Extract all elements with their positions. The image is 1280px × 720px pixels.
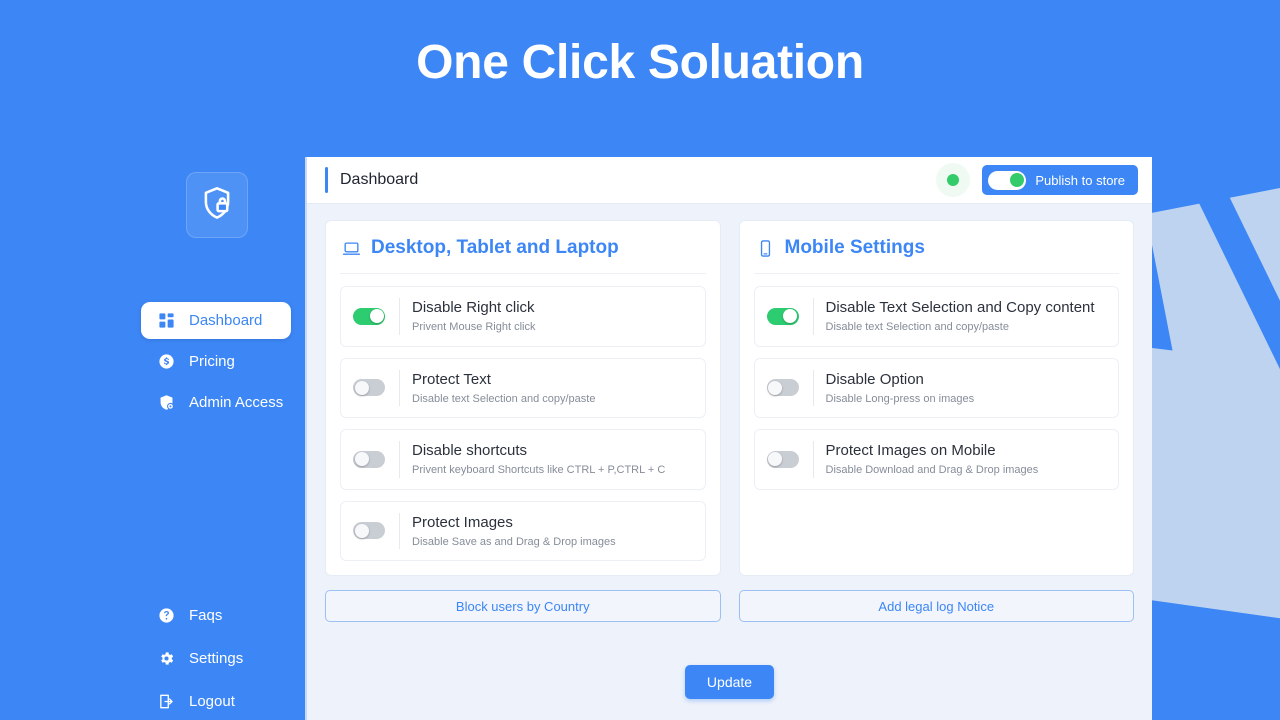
publish-label: Publish to store bbox=[1035, 172, 1125, 188]
secondary-actions-row: Block users by Country Add legal log Not… bbox=[325, 590, 1134, 623]
panel-header: Dashboard Publish to store bbox=[307, 157, 1152, 204]
dollar-circle-icon bbox=[157, 353, 175, 371]
setting-label: Protect Text bbox=[412, 370, 491, 388]
gear-icon bbox=[157, 650, 175, 668]
logout-arrow-icon bbox=[157, 693, 175, 711]
setting-label: Protect Images on Mobile bbox=[825, 442, 996, 460]
settings-cards-row: Desktop, Tablet and Laptop Disable Right… bbox=[325, 220, 1134, 577]
panel-body: Desktop, Tablet and Laptop Disable Right… bbox=[307, 204, 1152, 700]
header-accent-bar bbox=[325, 167, 328, 193]
main-panel: Dashboard Publish to store Desktop, Tabl… bbox=[305, 157, 1152, 720]
setting-row: Protect Images on Mobile Disable Downloa… bbox=[753, 429, 1119, 490]
setting-label: Disable Right click bbox=[412, 299, 535, 316]
sidebar-item-label: Faqs bbox=[189, 607, 223, 624]
setting-row: Protect Images Disable Save as and Drag … bbox=[340, 500, 706, 562]
setting-sublabel: Disable text Selection and copy/paste bbox=[825, 321, 1009, 334]
update-button-wrap: Update bbox=[325, 665, 1134, 700]
sidebar-nav-primary: Dashboard Pricing Admin Access bbox=[0, 302, 305, 421]
setting-label: Protect Images bbox=[412, 513, 513, 531]
setting-sublabel: Privent Mouse Right click bbox=[412, 321, 536, 334]
toggle-disable-right-click[interactable] bbox=[353, 307, 385, 325]
card-title-label: Desktop, Tablet and Laptop bbox=[371, 237, 619, 258]
toggle-protect-images[interactable] bbox=[353, 522, 385, 540]
setting-text: Disable Option Disable Long-press on ima… bbox=[812, 369, 1107, 407]
question-circle-icon bbox=[157, 607, 175, 625]
toggle-protect-text[interactable] bbox=[353, 379, 385, 397]
add-legal-log-notice-button[interactable]: Add legal log Notice bbox=[738, 590, 1134, 623]
setting-sublabel: Privent keyboard Shortcuts like CTRL + P… bbox=[412, 464, 666, 477]
sidebar-item-label: Settings bbox=[189, 650, 244, 667]
sidebar-item-logout[interactable]: Logout bbox=[141, 682, 291, 720]
shield-user-icon bbox=[157, 394, 175, 412]
setting-text: Protect Images Disable Save as and Drag … bbox=[399, 512, 693, 550]
setting-text: Protect Text Disable text Selection and … bbox=[399, 369, 693, 407]
setting-text: Disable Right click Privent Mouse Right … bbox=[399, 298, 693, 335]
setting-sublabel: Disable Download and Drag & Drop images bbox=[825, 464, 1039, 477]
toggle-disable-text-selection[interactable] bbox=[766, 307, 799, 325]
desktop-card-title: Desktop, Tablet and Laptop bbox=[340, 237, 706, 274]
block-users-by-country-button[interactable]: Block users by Country bbox=[325, 590, 721, 623]
setting-sublabel: Disable Save as and Drag & Drop images bbox=[412, 535, 616, 548]
sidebar: Dashboard Pricing Admin Access Faqs Sett… bbox=[0, 0, 305, 720]
setting-text: Protect Images on Mobile Disable Downloa… bbox=[812, 441, 1107, 478]
shield-lock-icon bbox=[199, 184, 235, 227]
mobile-phone-icon bbox=[756, 239, 775, 258]
setting-row: Disable Option Disable Long-press on ima… bbox=[753, 357, 1119, 419]
publish-to-store-button[interactable]: Publish to store bbox=[982, 165, 1138, 195]
sidebar-item-admin-access[interactable]: Admin Access bbox=[141, 384, 291, 421]
sidebar-item-label: Admin Access bbox=[189, 394, 284, 411]
setting-text: Disable Text Selection and Copy content … bbox=[812, 298, 1107, 335]
page-heading: Dashboard bbox=[340, 171, 419, 188]
status-badge bbox=[936, 163, 971, 197]
setting-row: Disable Text Selection and Copy content … bbox=[753, 286, 1119, 347]
setting-sublabel: Disable text Selection and copy/paste bbox=[412, 392, 596, 405]
sidebar-item-label: Logout bbox=[189, 693, 235, 710]
sidebar-item-faqs[interactable]: Faqs bbox=[141, 596, 291, 635]
background-shape-1 bbox=[1146, 164, 1280, 607]
setting-row: Disable Right click Privent Mouse Right … bbox=[340, 286, 706, 347]
setting-label: Disable shortcuts bbox=[412, 442, 528, 460]
sidebar-item-dashboard[interactable]: Dashboard bbox=[141, 302, 291, 339]
laptop-icon bbox=[342, 239, 361, 258]
grid-dashboard-icon bbox=[157, 312, 175, 330]
desktop-settings-card: Desktop, Tablet and Laptop Disable Right… bbox=[325, 220, 721, 577]
app-logo bbox=[186, 172, 248, 238]
sidebar-item-label: Pricing bbox=[189, 353, 235, 370]
setting-row: Disable shortcuts Privent keyboard Short… bbox=[340, 429, 706, 490]
toggle-disable-shortcuts[interactable] bbox=[353, 450, 385, 468]
toggle-protect-images-mobile[interactable] bbox=[766, 450, 799, 468]
green-dot-icon bbox=[947, 174, 960, 186]
background-shape-3 bbox=[1178, 146, 1280, 574]
app-root: One Click Soluation Dashboard Pricing Ad… bbox=[0, 0, 1280, 720]
setting-text: Disable shortcuts Privent keyboard Short… bbox=[399, 441, 693, 478]
sidebar-nav-secondary: Faqs Settings Logout bbox=[0, 596, 305, 720]
setting-row: Protect Text Disable text Selection and … bbox=[340, 357, 706, 419]
publish-toggle[interactable] bbox=[988, 170, 1027, 190]
toggle-disable-option[interactable] bbox=[766, 379, 799, 397]
setting-sublabel: Disable Long-press on images bbox=[825, 392, 975, 405]
setting-label: Disable Option bbox=[825, 370, 924, 388]
setting-label: Disable Text Selection and Copy content bbox=[825, 299, 1095, 316]
sidebar-item-pricing[interactable]: Pricing bbox=[141, 343, 291, 380]
mobile-settings-card: Mobile Settings Disable Text Selection a… bbox=[738, 220, 1134, 577]
update-button[interactable]: Update bbox=[684, 665, 775, 700]
sidebar-item-settings[interactable]: Settings bbox=[141, 639, 291, 678]
sidebar-item-label: Dashboard bbox=[189, 312, 263, 329]
card-title-label: Mobile Settings bbox=[784, 237, 925, 258]
mobile-card-title: Mobile Settings bbox=[753, 237, 1119, 274]
